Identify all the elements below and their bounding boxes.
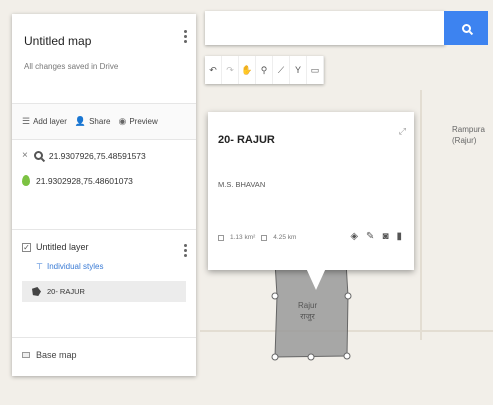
vertex-handle[interactable]	[271, 353, 279, 361]
preview-icon: ◉	[118, 116, 127, 126]
polygon-label: Rajur राजुर	[298, 300, 317, 322]
map-title[interactable]: Untitled map	[24, 34, 184, 48]
feature-name: 20- RAJUR	[47, 287, 85, 296]
edit-icon[interactable]: ✎	[366, 231, 374, 242]
polygon-icon	[32, 287, 41, 296]
base-map-label: Base map	[36, 350, 77, 360]
pin-icon	[22, 175, 30, 186]
place-label-name: Rampura	[452, 125, 485, 134]
map-toolbar: ↶ ↷ ✋ ⚲ ⟋ Y ▭	[205, 56, 324, 84]
search-icon	[461, 23, 471, 33]
individual-styles-link[interactable]: ⊤ Individual styles	[36, 262, 186, 271]
vertex-handle[interactable]	[307, 353, 315, 361]
redo-icon[interactable]: ↷	[222, 56, 239, 84]
marker-icon[interactable]: ⚲	[256, 56, 273, 84]
card-pointer	[306, 268, 326, 290]
card-title: 20- RAJUR	[218, 134, 275, 146]
search-button[interactable]	[444, 11, 488, 45]
area-value: 1.13 km²	[230, 234, 256, 241]
layer-header: ✓ Untitled layer	[22, 242, 186, 252]
save-status: All changes saved in Drive	[24, 62, 119, 71]
feature-info-card: 20- RAJUR ⤢ M.S. BHAVAN 1.13 km² 4.25 km…	[208, 112, 414, 270]
base-map-item[interactable]: Base map	[12, 338, 196, 372]
card-measurements: 1.13 km² 4.25 km	[218, 234, 296, 241]
expand-icon[interactable]: ⤢	[399, 126, 406, 137]
layer-name[interactable]: Untitled layer	[36, 242, 89, 252]
hand-icon[interactable]: ✋	[239, 56, 256, 84]
polygon-label-en: Rajur	[298, 301, 318, 310]
more-options-icon[interactable]	[184, 30, 188, 43]
base-map-icon	[22, 352, 30, 358]
paint-bucket-icon[interactable]: ◈	[350, 231, 358, 242]
add-layer-icon: ☰	[22, 116, 31, 126]
search-query-text: 21.9307926,75.48591573	[48, 150, 146, 161]
close-icon[interactable]: ×	[22, 150, 28, 161]
preview-button[interactable]: ◉ Preview	[118, 116, 157, 127]
add-layer-label: Add layer	[33, 117, 67, 126]
place-label: Rampura (Rajur)	[452, 124, 485, 146]
camera-icon[interactable]: ◙	[382, 231, 388, 242]
area-icon	[218, 234, 224, 241]
card-tools: ◈ ✎ ◙ ▮	[350, 231, 402, 242]
panel-actions: ☰ Add layer 👤 Share ◉ Preview	[12, 104, 196, 140]
search-query-row: × 21.9307926,75.48591573	[22, 150, 186, 161]
share-label: Share	[89, 117, 111, 126]
styles-link-label: Individual styles	[46, 262, 104, 271]
layer-section: ✓ Untitled layer ⊤ Individual styles 20-…	[12, 230, 196, 338]
search-result-text: 21.9302928,75.48601073	[36, 175, 133, 186]
ruler-icon[interactable]: ▭	[307, 56, 324, 84]
vertex-handle[interactable]	[271, 292, 279, 300]
search-results-section: × 21.9307926,75.48591573 21.9302928,75.4…	[12, 140, 196, 230]
route-icon[interactable]: Y	[290, 56, 307, 84]
layer-options-icon[interactable]	[184, 244, 188, 257]
paint-roller-icon: ⊤	[36, 262, 43, 271]
panel-header: Untitled map All changes saved in Drive	[12, 14, 196, 104]
feature-item[interactable]: 20- RAJUR	[22, 281, 186, 302]
card-description: M.S. BHAVAN	[218, 180, 266, 189]
add-layer-button[interactable]: ☰ Add layer	[22, 116, 67, 127]
place-label-sub: (Rajur)	[452, 136, 477, 145]
share-button[interactable]: 👤 Share	[75, 116, 111, 127]
vertex-handle[interactable]	[344, 292, 352, 300]
perimeter-icon	[261, 234, 268, 241]
polygon-label-local: राजुर	[300, 312, 315, 321]
layer-visibility-checkbox[interactable]: ✓	[22, 242, 31, 252]
vertex-handle[interactable]	[343, 352, 351, 360]
search-input[interactable]	[205, 11, 445, 45]
undo-icon[interactable]: ↶	[205, 56, 222, 84]
draw-line-icon[interactable]: ⟋	[273, 56, 290, 84]
share-icon: 👤	[74, 116, 87, 126]
preview-label: Preview	[129, 117, 158, 126]
search-icon	[33, 151, 43, 160]
search-result-item[interactable]: 21.9302928,75.48601073	[22, 175, 186, 186]
layers-panel: Untitled map All changes saved in Drive …	[12, 14, 196, 376]
delete-icon[interactable]: ▮	[396, 231, 402, 242]
perimeter-value: 4.25 km	[273, 234, 297, 241]
